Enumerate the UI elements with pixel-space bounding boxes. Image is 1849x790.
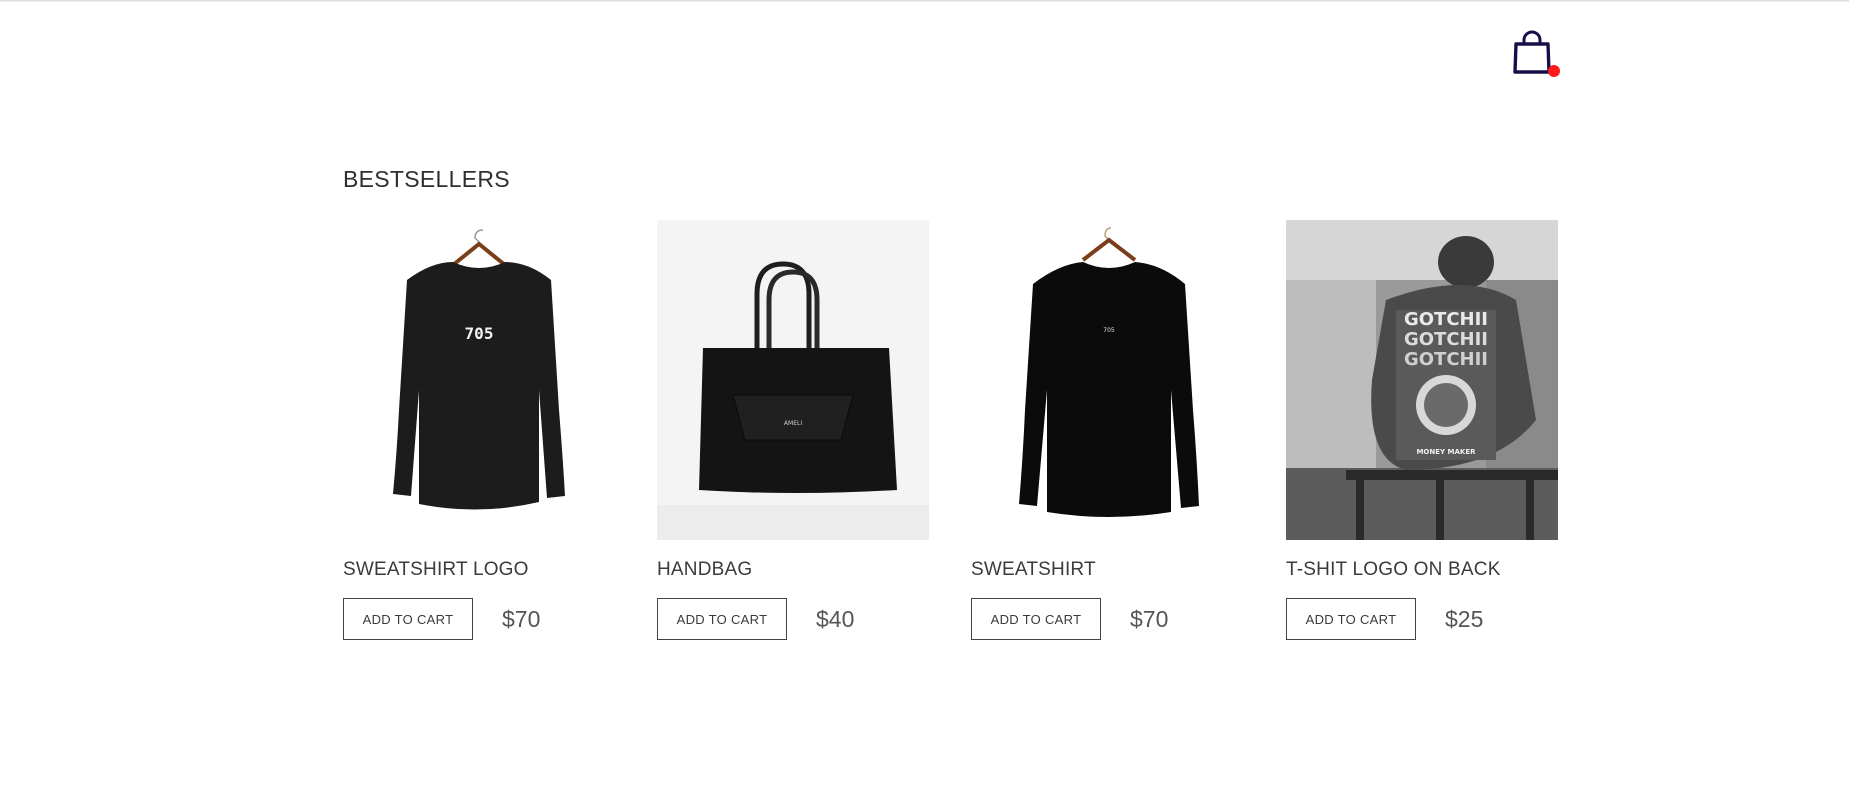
product-price: $25 [1445,605,1484,632]
product-name: SWEATSHIRT LOGO [343,559,529,580]
add-to-cart-button[interactable]: ADD TO CART [1286,598,1416,640]
top-shadow-bar [0,0,1849,2]
product-card: 705 SWEATSHIRT ADD TO CART $70 [971,220,1243,640]
product-card: AMELI HANDBAG ADD TO CART $40 [657,220,929,640]
product-price: $40 [816,605,855,632]
product-price: $70 [1130,605,1169,632]
product-card: GOTCHII GOTCHII GOTCHII MONEY MAKER T-SH… [1286,220,1558,640]
svg-text:MONEY MAKER: MONEY MAKER [1416,448,1476,456]
product-card: 705 SWEATSHIRT LOGO ADD TO CART $70 [343,220,615,640]
tshirt-photo-image: GOTCHII GOTCHII GOTCHII MONEY MAKER [1286,220,1558,540]
add-to-cart-button[interactable]: ADD TO CART [343,598,473,640]
svg-text:705: 705 [465,324,494,343]
svg-text:AMELI: AMELI [784,420,802,427]
sweatshirt-image: 705 [343,220,615,540]
product-name: SWEATSHIRT [971,559,1096,580]
svg-text:GOTCHII: GOTCHII [1404,309,1488,330]
svg-text:GOTCHII: GOTCHII [1404,349,1488,370]
add-to-cart-button[interactable]: ADD TO CART [971,598,1101,640]
svg-text:GOTCHII: GOTCHII [1404,329,1488,350]
product-grid: 705 SWEATSHIRT LOGO ADD TO CART $70 AMEL… [343,220,1560,650]
cart-badge [1548,65,1560,77]
product-image-sweatshirt-logo[interactable]: 705 [343,220,615,540]
product-image-handbag[interactable]: AMELI [657,220,929,540]
product-image-sweatshirt[interactable]: 705 [971,220,1243,540]
product-image-tshirt-logo-back[interactable]: GOTCHII GOTCHII GOTCHII MONEY MAKER [1286,220,1558,540]
shopping-bag-icon [1513,30,1551,74]
product-name: HANDBAG [657,559,753,580]
sweatshirt-image: 705 [971,220,1243,540]
cart-button[interactable] [1512,30,1560,80]
product-price: $70 [502,605,541,632]
add-to-cart-button[interactable]: ADD TO CART [657,598,787,640]
section-title: BESTSELLERS [343,166,510,192]
handbag-image: AMELI [657,220,929,540]
product-name: T-SHIT LOGO ON BACK [1286,559,1501,580]
svg-text:705: 705 [1103,327,1115,334]
